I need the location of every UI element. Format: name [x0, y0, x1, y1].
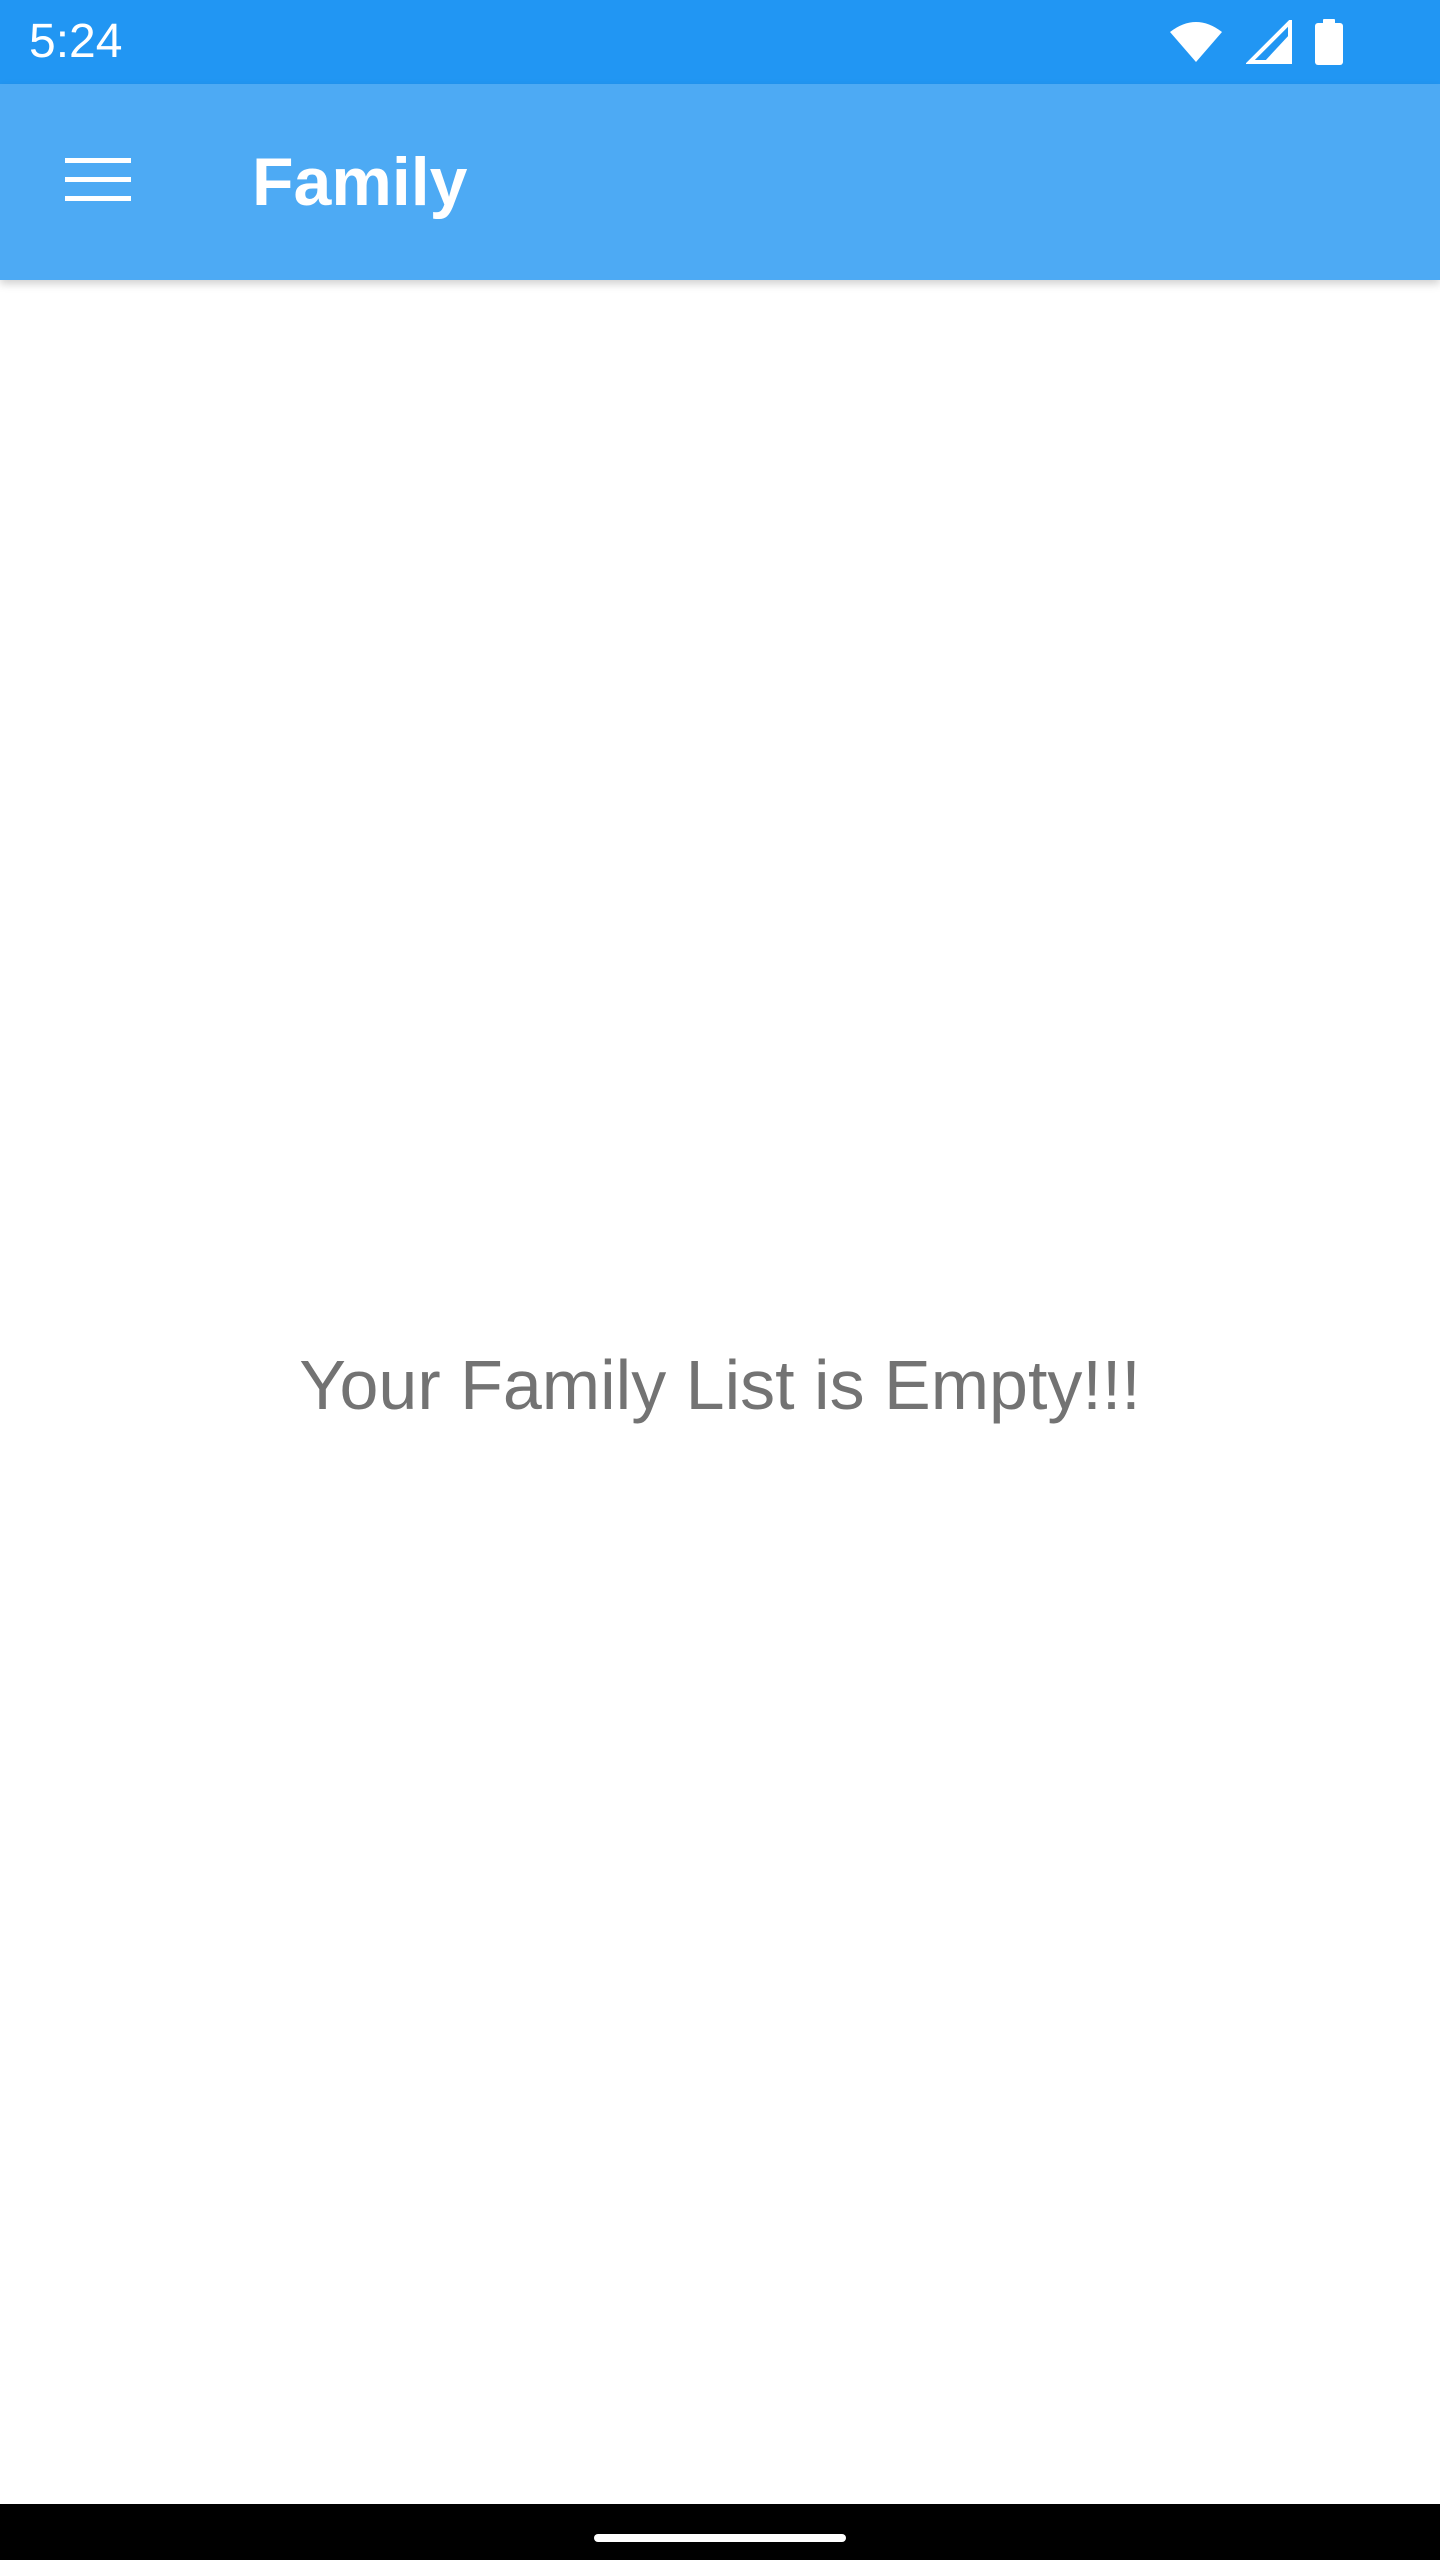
app-bar: Family — [0, 84, 1440, 280]
system-navigation-bar — [0, 2504, 1440, 2560]
page-title: Family — [252, 144, 468, 220]
home-gesture-handle[interactable] — [594, 2534, 846, 2542]
cell-signal-icon — [1246, 20, 1292, 64]
wifi-icon — [1168, 20, 1224, 64]
menu-button[interactable] — [40, 126, 156, 238]
hamburger-menu-icon[interactable] — [65, 156, 131, 209]
status-icons — [1168, 18, 1344, 66]
battery-icon — [1314, 19, 1344, 65]
empty-state-message: Your Family List is Empty!!! — [299, 1346, 1141, 1424]
status-bar: 5:24 — [0, 0, 1440, 84]
status-time: 5:24 — [29, 15, 123, 68]
main-content: Your Family List is Empty!!! — [0, 280, 1440, 2504]
